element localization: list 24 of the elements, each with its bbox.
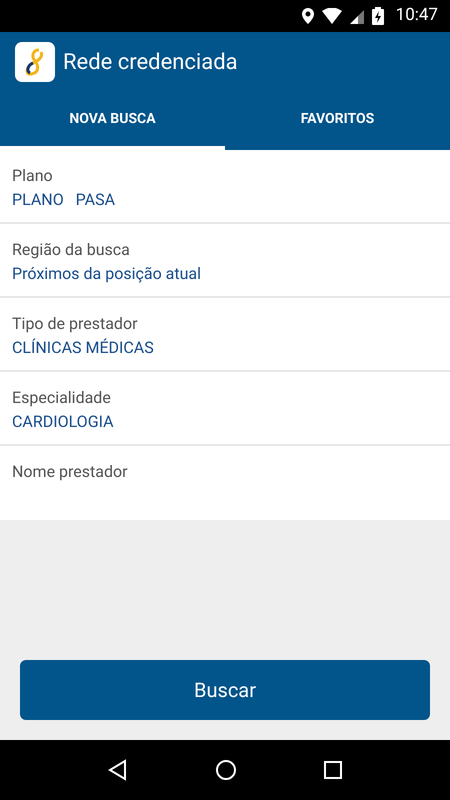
app-title: Rede credenciada xyxy=(63,48,238,76)
battery-icon xyxy=(372,7,384,25)
location-icon xyxy=(302,8,314,24)
field-label: Especialidade xyxy=(12,388,112,408)
app-logo-icon xyxy=(15,42,55,82)
field-label: Tipo de prestador xyxy=(12,314,138,334)
field-label: Região da busca xyxy=(12,240,131,260)
back-icon[interactable] xyxy=(107,759,129,781)
field-value: PLANO PASA xyxy=(12,190,116,210)
wifi-icon xyxy=(322,8,342,24)
form-select[interactable]: Região da busca Próximos da posição atual xyxy=(0,224,450,298)
tab[interactable]: FAVORITOS xyxy=(225,92,450,150)
field-value: CARDIOLOGIA xyxy=(12,412,115,432)
home-icon[interactable] xyxy=(215,759,237,781)
form-select[interactable]: Tipo de prestador CLÍNICAS MÉDICAS xyxy=(0,298,450,372)
field-label: Plano xyxy=(12,166,54,186)
field-label: Nome prestador xyxy=(12,462,129,482)
field-value: CLÍNICAS MÉDICAS xyxy=(12,338,155,358)
overview-icon[interactable] xyxy=(323,760,343,780)
form-select[interactable]: Plano PLANO PASA xyxy=(0,150,450,224)
field-value: Próximos da posição atual xyxy=(12,264,202,284)
signal-icon xyxy=(350,8,364,24)
search-button[interactable]: Buscar xyxy=(20,660,430,720)
clock: 10:47 xyxy=(396,4,438,28)
